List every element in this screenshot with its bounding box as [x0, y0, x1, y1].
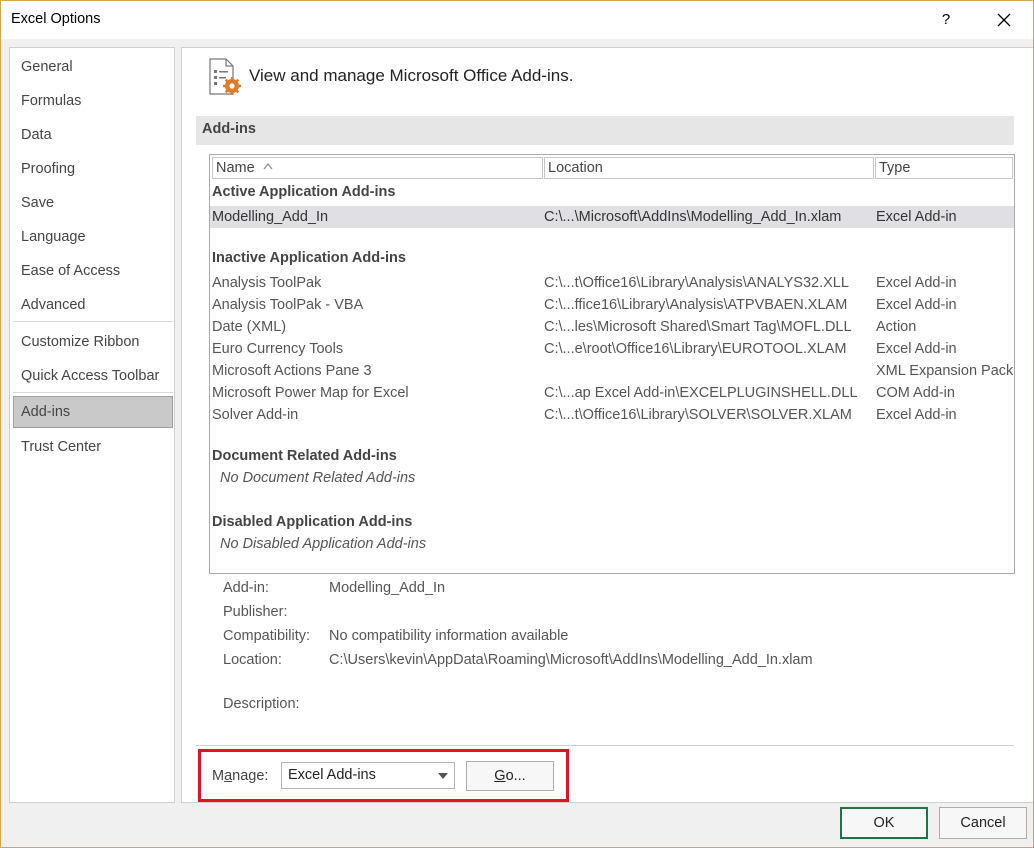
title-bar: Excel Options ? — [1, 1, 1033, 39]
addin-type: Excel Add-in — [876, 209, 957, 225]
excel-options-dialog: Excel Options ? General Formulas Data Pr… — [0, 0, 1034, 848]
table-row[interactable]: Modelling_Add_In C:\...\Microsoft\AddIns… — [210, 206, 1014, 228]
go-button[interactable]: Go... — [466, 761, 554, 791]
main-panel: View and manage Microsoft Office Add-ins… — [181, 47, 1033, 803]
column-header-name[interactable]: Name — [212, 157, 543, 179]
sort-ascending-icon — [263, 163, 273, 170]
ok-button[interactable]: OK — [840, 807, 928, 839]
addin-location: C:\...t\Office16\Library\Analysis\ANALYS… — [544, 275, 849, 291]
column-header-label: Name — [216, 160, 255, 176]
addin-type: Action — [876, 319, 917, 335]
table-row[interactable]: Solver Add-in C:\...t\Office16\Library\S… — [210, 404, 1014, 426]
addin-type: COM Add-in — [876, 385, 955, 401]
close-button[interactable] — [981, 3, 1027, 37]
detail-compatibility-label: Compatibility: — [223, 628, 311, 644]
addin-name: Analysis ToolPak - VBA — [212, 297, 364, 313]
group-title-active: Active Application Add-ins — [212, 184, 396, 200]
sidebar-item-quick-access-toolbar[interactable]: Quick Access Toolbar — [13, 360, 173, 392]
sidebar-item-general[interactable]: General — [13, 51, 173, 83]
window-title: Excel Options — [11, 11, 101, 27]
addin-location: C:\...ffice16\Library\Analysis\ATPVBAEN.… — [544, 297, 848, 313]
addin-location: C:\...ap Excel Add-in\EXCELPLUGINSHELL.D… — [544, 385, 858, 401]
sidebar-item-add-ins[interactable]: Add-ins — [13, 396, 173, 428]
detail-description-label: Description: — [223, 696, 300, 712]
addin-type: Excel Add-in — [876, 297, 957, 313]
addins-manage-icon — [208, 58, 244, 102]
detail-location-value: C:\Users\kevin\AppData\Roaming\Microsoft… — [329, 652, 813, 668]
sidebar-item-language[interactable]: Language — [13, 221, 173, 253]
addin-name: Date (XML) — [212, 319, 287, 335]
group-title-document: Document Related Add-ins — [212, 448, 397, 464]
addin-type: Excel Add-in — [876, 275, 957, 291]
detail-compatibility-value: No compatibility information available — [329, 628, 569, 644]
detail-publisher-label: Publisher: — [223, 604, 288, 620]
column-header-type[interactable]: Type — [875, 157, 1013, 179]
addin-location: C:\...les\Microsoft Shared\Smart Tag\MOF… — [544, 319, 852, 335]
detail-addin-value: Modelling_Add_In — [329, 580, 446, 596]
sidebar-item-trust-center[interactable]: Trust Center — [13, 431, 173, 463]
help-button[interactable]: ? — [926, 3, 966, 37]
cancel-button[interactable]: Cancel — [939, 807, 1027, 839]
addin-location: C:\...\Microsoft\AddIns\Modelling_Add_In… — [544, 209, 842, 225]
table-row[interactable]: Date (XML) C:\...les\Microsoft Shared\Sm… — [210, 316, 1014, 338]
group-title-inactive: Inactive Application Add-ins — [212, 250, 406, 266]
close-icon — [997, 13, 1011, 27]
addin-type: Excel Add-in — [876, 341, 957, 357]
sidebar-item-customize-ribbon[interactable]: Customize Ribbon — [13, 326, 173, 358]
manage-dropdown-value: Excel Add-ins — [288, 767, 376, 783]
column-header-location[interactable]: Location — [544, 157, 874, 179]
sidebar-item-advanced[interactable]: Advanced — [13, 289, 173, 321]
divider — [196, 745, 1014, 746]
sidebar-divider — [13, 392, 173, 393]
sidebar-item-proofing[interactable]: Proofing — [13, 153, 173, 185]
table-row[interactable]: Analysis ToolPak - VBA C:\...ffice16\Lib… — [210, 294, 1014, 316]
table-row[interactable]: Euro Currency Tools C:\...e\root\Office1… — [210, 338, 1014, 360]
sidebar-item-ease-of-access[interactable]: Ease of Access — [13, 255, 173, 287]
manage-label: Manage: — [212, 768, 269, 784]
empty-disabled-note: No Disabled Application Add-ins — [220, 536, 427, 552]
addin-type: Excel Add-in — [876, 407, 957, 423]
section-title: Add-ins — [202, 121, 256, 137]
addin-name: Microsoft Power Map for Excel — [212, 385, 409, 401]
addin-location: C:\...e\root\Office16\Library\EUROTOOL.X… — [544, 341, 847, 357]
empty-document-note: No Document Related Add-ins — [220, 470, 416, 486]
sidebar-item-data[interactable]: Data — [13, 119, 173, 151]
group-title-disabled: Disabled Application Add-ins — [212, 514, 413, 530]
table-row[interactable]: Analysis ToolPak C:\...t\Office16\Librar… — [210, 272, 1014, 294]
addin-type: XML Expansion Pack — [876, 363, 1014, 379]
sidebar-divider — [13, 321, 173, 322]
table-row[interactable]: Microsoft Power Map for Excel C:\...ap E… — [210, 382, 1014, 404]
addin-name: Solver Add-in — [212, 407, 299, 423]
addin-name: Modelling_Add_In — [212, 209, 329, 225]
table-row[interactable]: Microsoft Actions Pane 3 XML Expansion P… — [210, 360, 1014, 382]
chevron-down-icon — [438, 773, 448, 779]
addin-name: Euro Currency Tools — [212, 341, 344, 357]
sidebar: General Formulas Data Proofing Save Lang… — [9, 47, 175, 803]
addin-location: C:\...t\Office16\Library\SOLVER\SOLVER.X… — [544, 407, 852, 423]
sidebar-item-formulas[interactable]: Formulas — [13, 85, 173, 117]
detail-location-label: Location: — [223, 652, 282, 668]
addin-name: Microsoft Actions Pane 3 — [212, 363, 372, 379]
manage-highlight-box: Manage: Excel Add-ins Go... — [198, 749, 569, 802]
addins-list[interactable]: Name Location Type Active Application Ad… — [209, 154, 1015, 574]
section-header: Add-ins — [196, 116, 1014, 145]
page-heading: View and manage Microsoft Office Add-ins… — [249, 66, 574, 85]
sidebar-item-save[interactable]: Save — [13, 187, 173, 219]
addin-name: Analysis ToolPak — [212, 275, 322, 291]
manage-dropdown[interactable]: Excel Add-ins — [281, 762, 455, 789]
detail-addin-label: Add-in: — [223, 580, 269, 596]
